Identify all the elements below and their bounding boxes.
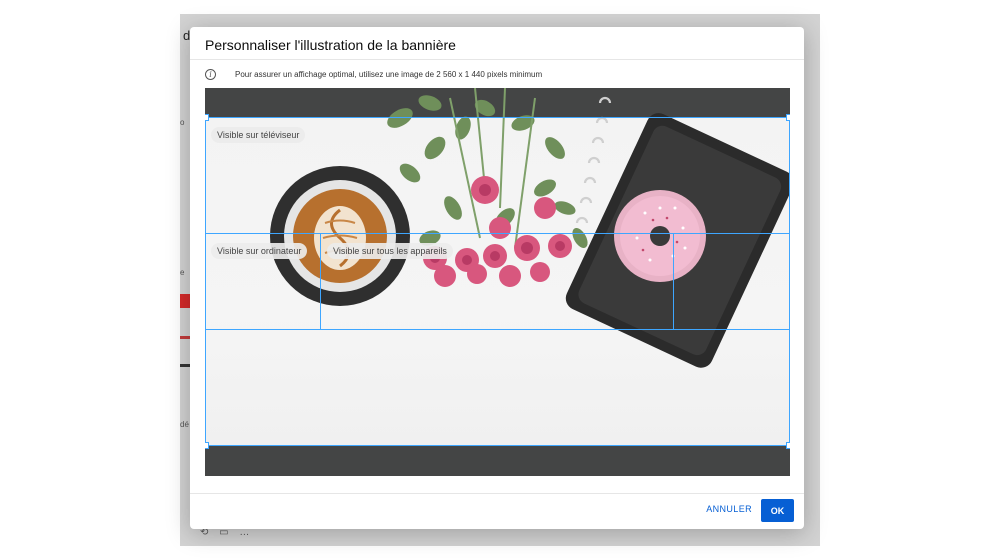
background-mark: e: [180, 268, 185, 277]
dialog-header: Personnaliser l'illustration de la banni…: [190, 27, 804, 60]
crop-handle-bottom-left[interactable]: [205, 442, 209, 449]
background-mark: o: [180, 118, 185, 127]
info-icon: i: [205, 68, 216, 80]
desktop-visible-label: Visible sur ordinateur: [211, 243, 308, 259]
cancel-button[interactable]: ANNULER: [706, 504, 752, 514]
banner-preview: Visible sur téléviseur Visible sur ordin…: [205, 88, 790, 476]
dialog-footer: ANNULER OK: [190, 493, 804, 529]
all-devices-visible-label: Visible sur tous les appareils: [327, 243, 453, 259]
tv-visible-label: Visible sur téléviseur: [211, 127, 306, 143]
dialog-title: Personnaliser l'illustration de la banni…: [205, 37, 456, 53]
ok-button[interactable]: OK: [761, 499, 794, 522]
info-row: i Pour assurer un affichage optimal, uti…: [205, 67, 542, 81]
banner-customize-dialog: Personnaliser l'illustration de la banni…: [190, 27, 804, 529]
crop-handle-top-right[interactable]: [786, 114, 790, 121]
background-mark: dé: [180, 420, 189, 429]
crop-handle-top-left[interactable]: [205, 114, 209, 121]
crop-handle-bottom-right[interactable]: [786, 442, 790, 449]
info-text: Pour assurer un affichage optimal, utili…: [235, 69, 543, 79]
